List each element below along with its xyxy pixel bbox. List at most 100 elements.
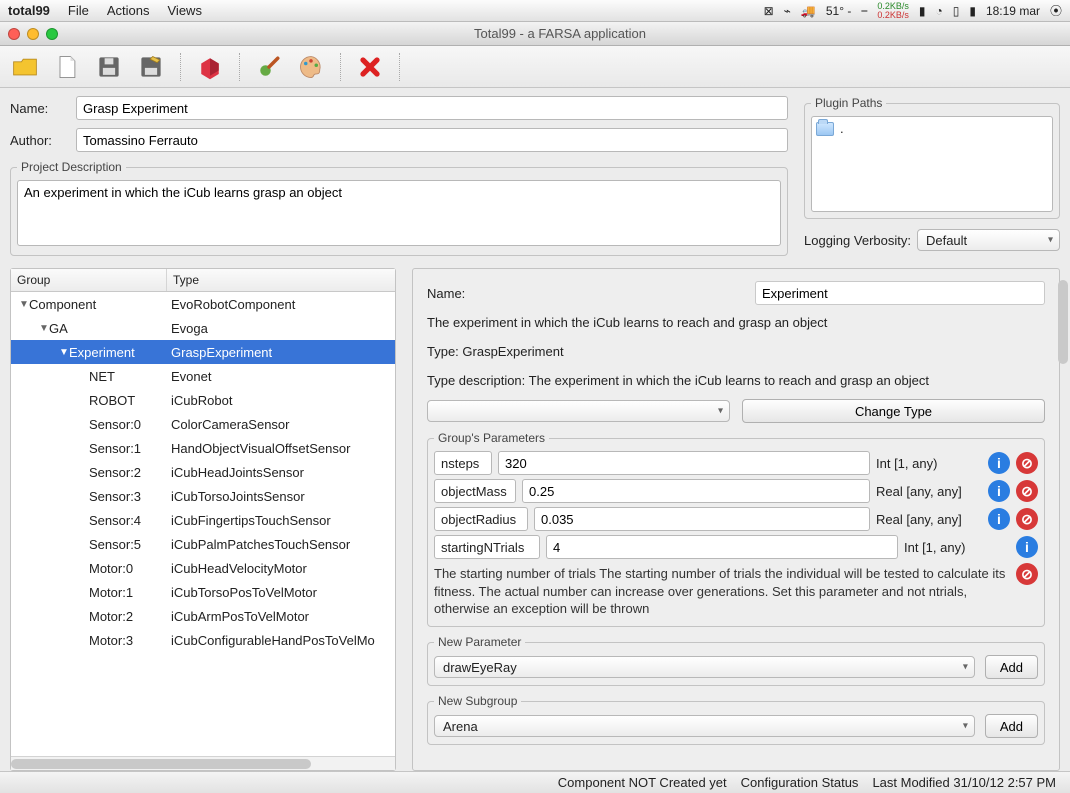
param-delete-button[interactable]: ⊘	[1016, 480, 1038, 502]
tree-row[interactable]: ROBOTiCubRobot	[11, 388, 395, 412]
detail-v-scrollbar[interactable]	[1056, 280, 1070, 765]
param-name: objectMass	[434, 479, 516, 503]
tree-row[interactable]: Motor:0iCubHeadVelocityMotor	[11, 556, 395, 580]
project-description-legend: Project Description	[17, 160, 126, 174]
detail-desc: The experiment in which the iCub learns …	[427, 313, 1045, 334]
close-icon[interactable]	[353, 50, 387, 84]
status-config: Configuration Status	[741, 775, 859, 790]
wifi-icon[interactable]: ⦿	[1050, 2, 1062, 19]
tree-h-scrollbar[interactable]	[11, 756, 395, 770]
project-description-input[interactable]	[17, 180, 781, 246]
plugin-path-item[interactable]: .	[816, 121, 1048, 136]
tree-row[interactable]: Sensor:5iCubPalmPatchesTouchSensor	[11, 532, 395, 556]
disclosure-icon[interactable]: ▼	[39, 323, 49, 334]
detail-pane: Name: The experiment in which the iCub l…	[412, 268, 1060, 771]
tray-icon[interactable]: ⌁	[784, 4, 791, 18]
tree-type-label: iCubArmPosToVelMotor	[167, 609, 395, 624]
window-minimize-icon[interactable]	[27, 28, 39, 40]
new-parameter-select[interactable]: drawEyeRay	[434, 656, 975, 678]
tree-row[interactable]: Sensor:2iCubHeadJointsSensor	[11, 460, 395, 484]
detail-name-input[interactable]	[755, 281, 1045, 305]
tray-temp[interactable]: 51° -	[826, 4, 851, 18]
tray-icon[interactable]: ⎯	[861, 3, 867, 18]
tree-group-label: Experiment	[69, 345, 135, 360]
plugin-paths-legend: Plugin Paths	[811, 96, 886, 110]
save-as-icon[interactable]	[134, 50, 168, 84]
menu-actions[interactable]: Actions	[107, 3, 150, 18]
tree-row[interactable]: Sensor:4iCubFingertipsTouchSensor	[11, 508, 395, 532]
tray-battery-icon[interactable]: ▮	[969, 4, 976, 18]
project-author-input[interactable]	[76, 128, 788, 152]
tree-body[interactable]: ▼ ComponentEvoRobotComponent▼ GAEvoga▼ E…	[11, 292, 395, 756]
component-tree: Group Type ▼ ComponentEvoRobotComponent▼…	[10, 268, 396, 771]
tree-group-label: ROBOT	[89, 393, 135, 408]
new-parameter-legend: New Parameter	[434, 635, 525, 649]
menu-views[interactable]: Views	[168, 3, 202, 18]
disclosure-icon[interactable]: ▼	[59, 347, 69, 358]
palette-icon[interactable]	[294, 50, 328, 84]
tray-icon[interactable]: ▮	[919, 4, 926, 18]
project-name-input[interactable]	[76, 96, 788, 120]
disclosure-icon[interactable]: ▼	[19, 299, 29, 310]
verbosity-select[interactable]: Default	[917, 229, 1060, 251]
tree-row[interactable]: Sensor:0ColorCameraSensor	[11, 412, 395, 436]
save-icon[interactable]	[92, 50, 126, 84]
param-value-input[interactable]	[546, 535, 898, 559]
add-parameter-button[interactable]: Add	[985, 655, 1038, 679]
param-value-input[interactable]	[522, 479, 870, 503]
window-titlebar: Total99 - a FARSA application	[0, 22, 1070, 46]
tree-row[interactable]: NETEvonet	[11, 364, 395, 388]
plugin-box-icon[interactable]	[193, 50, 227, 84]
param-delete-button[interactable]: ⊘	[1016, 508, 1038, 530]
tree-row[interactable]: Sensor:1HandObjectVisualOffsetSensor	[11, 436, 395, 460]
tray-clock[interactable]: 18:19 mar	[986, 4, 1040, 18]
tree-type-label: iCubFingertipsTouchSensor	[167, 513, 395, 528]
tree-type-label: iCubPalmPatchesTouchSensor	[167, 537, 395, 552]
param-value-input[interactable]	[498, 451, 870, 475]
app-name[interactable]: total99	[8, 3, 50, 18]
tray-icon[interactable]: 🚚	[801, 4, 816, 18]
tree-row[interactable]: ▼ ExperimentGraspExperiment	[11, 340, 395, 364]
change-type-button[interactable]: Change Type	[742, 399, 1045, 423]
param-row: nstepsInt [1, any)i⊘	[434, 451, 1038, 475]
tree-type-label: EvoRobotComponent	[167, 297, 395, 312]
tray-icon[interactable]: ⊠	[764, 4, 774, 18]
param-delete-button[interactable]: ⊘	[1016, 452, 1038, 474]
plugin-paths-list[interactable]: .	[811, 116, 1053, 212]
tray-icon[interactable]: ◔	[935, 4, 942, 18]
new-subgroup-select[interactable]: Arena	[434, 715, 975, 737]
tree-col-type[interactable]: Type	[167, 269, 395, 291]
tree-row[interactable]: Motor:1iCubTorsoPosToVelMotor	[11, 580, 395, 604]
brush-icon[interactable]	[252, 50, 286, 84]
tree-group-label: Sensor:3	[89, 489, 141, 504]
window-close-icon[interactable]	[8, 28, 20, 40]
status-bar: Component NOT Created yet Configuration …	[0, 771, 1070, 793]
param-name: objectRadius	[434, 507, 528, 531]
tree-row[interactable]: ▼ GAEvoga	[11, 316, 395, 340]
add-subgroup-button[interactable]: Add	[985, 714, 1038, 738]
tree-row[interactable]: ▼ ComponentEvoRobotComponent	[11, 292, 395, 316]
param-value-input[interactable]	[534, 507, 870, 531]
param-info-button[interactable]: i	[988, 452, 1010, 474]
new-file-icon[interactable]	[50, 50, 84, 84]
new-parameter-group: New Parameter drawEyeRay Add	[427, 635, 1045, 686]
group-params: Group's Parameters nstepsInt [1, any)i⊘o…	[427, 431, 1045, 627]
tree-row[interactable]: Motor:2iCubArmPosToVelMotor	[11, 604, 395, 628]
param-delete-button[interactable]: ⊘	[1016, 563, 1038, 585]
tray-icon[interactable]: ▯	[953, 4, 960, 18]
type-select[interactable]	[427, 400, 730, 422]
tree-col-group[interactable]: Group	[11, 269, 167, 291]
menu-file[interactable]: File	[68, 3, 89, 18]
tree-row[interactable]: Motor:3iCubConfigurableHandPosToVelMo	[11, 628, 395, 652]
open-folder-icon[interactable]	[8, 50, 42, 84]
folder-icon	[816, 122, 834, 136]
author-label: Author:	[10, 133, 66, 148]
tray-netmon[interactable]: 0.2KB/s 0.2KB/s	[877, 2, 909, 20]
window-zoom-icon[interactable]	[46, 28, 58, 40]
param-info-button[interactable]: i	[988, 480, 1010, 502]
param-info-button[interactable]: i	[988, 508, 1010, 530]
param-type: Int [1, any)	[876, 456, 982, 471]
param-row: startingNTrialsInt [1, any)i	[434, 535, 1038, 559]
tree-row[interactable]: Sensor:3iCubTorsoJointsSensor	[11, 484, 395, 508]
param-info-button[interactable]: i	[1016, 536, 1038, 558]
